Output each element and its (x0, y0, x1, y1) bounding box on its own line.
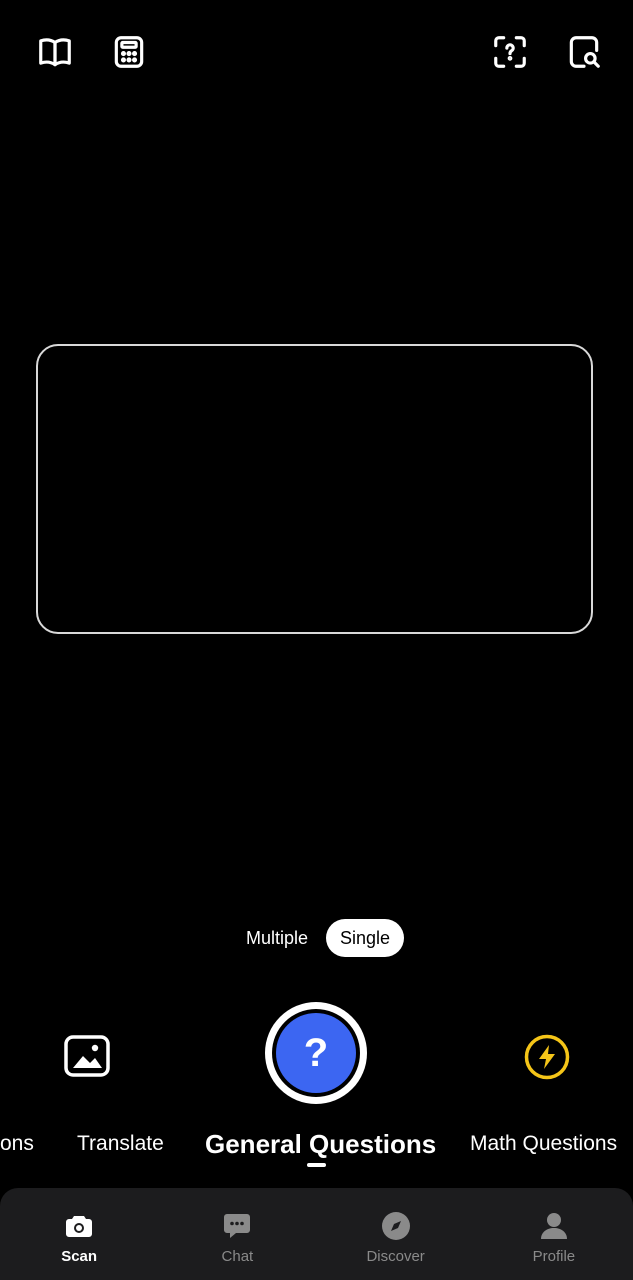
tab-math-questions[interactable]: Math Questions (470, 1125, 617, 1163)
shutter-button[interactable]: ? (265, 1002, 367, 1104)
bottom-nav: Scan Chat Discover Profile (0, 1188, 633, 1280)
image-icon (64, 1035, 110, 1077)
camera-icon (66, 1216, 93, 1237)
scan-question-icon[interactable] (490, 32, 530, 72)
gallery-button[interactable] (64, 1035, 110, 1077)
compass-icon (381, 1212, 410, 1240)
book-icon[interactable] (35, 32, 75, 72)
scan-search-icon[interactable] (564, 32, 604, 72)
nav-label-scan: Scan (61, 1248, 98, 1265)
tab-questions-partial[interactable]: ons (0, 1125, 34, 1163)
scan-frame (36, 344, 593, 634)
nav-profile[interactable]: Profile (475, 1188, 633, 1280)
capture-mode-toggle: Multiple Single (232, 918, 405, 958)
tab-general-questions[interactable]: General Questions (205, 1125, 436, 1163)
flash-icon (524, 1034, 570, 1080)
nav-label-discover: Discover (366, 1248, 425, 1265)
tab-translate[interactable]: Translate (77, 1125, 164, 1163)
calculator-icon[interactable] (109, 32, 149, 72)
nav-scan[interactable]: Scan (0, 1188, 158, 1280)
chat-icon (224, 1214, 251, 1238)
nav-label-profile: Profile (532, 1248, 576, 1265)
multiple-option[interactable]: Multiple (232, 919, 322, 957)
nav-discover[interactable]: Discover (317, 1188, 475, 1280)
question-icon: ? (276, 1013, 356, 1093)
flash-button[interactable] (523, 1033, 571, 1081)
single-option[interactable]: Single (326, 919, 405, 957)
nav-label-chat: Chat (221, 1248, 254, 1265)
person-icon (540, 1213, 567, 1239)
nav-chat[interactable]: Chat (158, 1188, 316, 1280)
tab-active-indicator (307, 1163, 326, 1167)
